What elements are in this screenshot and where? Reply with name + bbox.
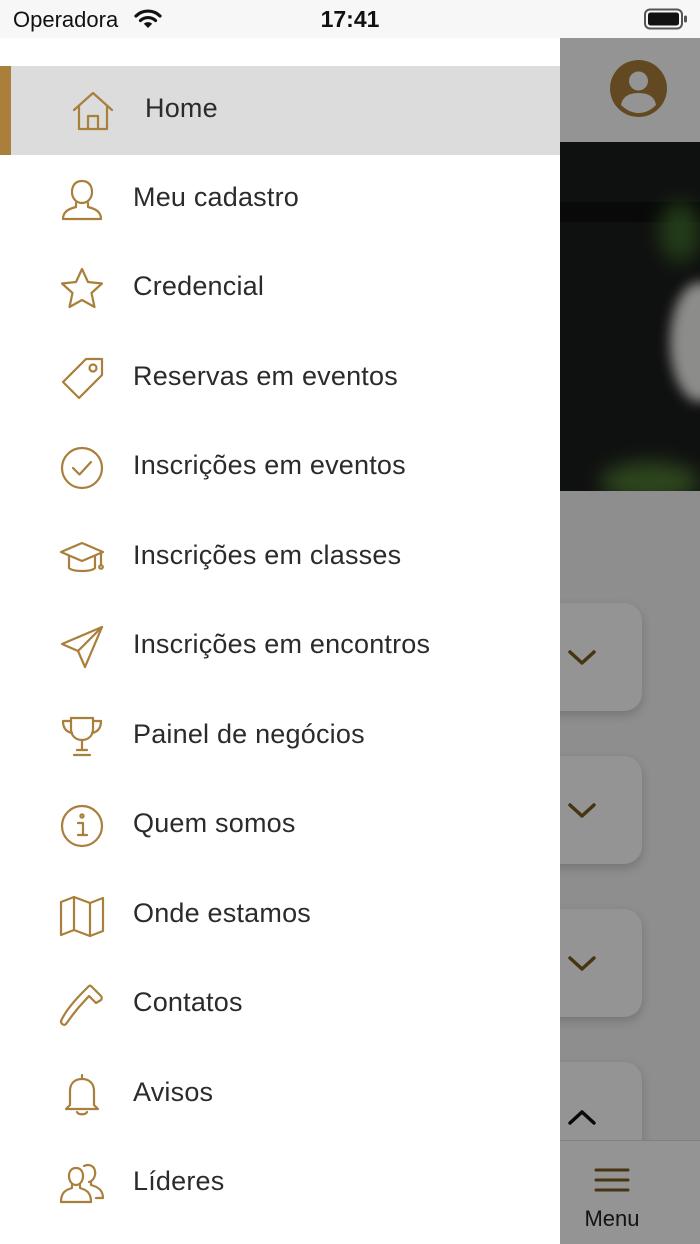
status-bar: Operadora 17:41 — [0, 0, 700, 38]
menu-item-label: Home — [145, 93, 218, 123]
menu-item-label: Painel de negócios — [133, 719, 365, 749]
battery-icon — [644, 8, 687, 30]
menu-item-label: Inscrições em encontros — [133, 629, 431, 659]
paper-plane-icon — [58, 623, 106, 671]
menu-item-meu-cadastro[interactable]: Meu cadastro — [0, 155, 560, 244]
trophy-icon — [58, 713, 106, 761]
menu-item-label: Contatos — [133, 987, 243, 1017]
menu-item-label: Credencial — [133, 271, 265, 301]
menu-item-contatos[interactable]: Contatos — [0, 960, 560, 1049]
menu-item-inscricoes-em-encontros[interactable]: Inscrições em encontros — [0, 602, 560, 691]
menu-item-inscricoes-em-eventos[interactable]: Inscrições em eventos — [0, 423, 560, 512]
menu-item-credencial[interactable]: Credencial — [0, 244, 560, 333]
menu-item-reservas-em-eventos[interactable]: Reservas em eventos — [0, 334, 560, 423]
map-icon — [58, 892, 106, 940]
menu-item-inscricoes-em-classes[interactable]: Inscrições em classes — [0, 513, 560, 602]
menu-item-label: Onde estamos — [133, 898, 311, 928]
status-time: 17:41 — [320, 6, 380, 32]
user-icon — [58, 176, 106, 224]
menu-item-label: Inscrições em eventos — [133, 450, 406, 480]
menu-item-painel-de-negocios[interactable]: Painel de negócios — [0, 692, 560, 781]
menu-item-label: Reservas em eventos — [133, 361, 398, 391]
menu-item-label: Quem somos — [133, 808, 296, 838]
bell-icon — [58, 1071, 106, 1119]
home-icon — [69, 87, 117, 135]
phone-icon — [58, 981, 106, 1029]
menu-item-onde-estamos[interactable]: Onde estamos — [0, 871, 560, 960]
check-circle-icon — [58, 444, 106, 492]
menu-item-home[interactable]: Home — [0, 66, 560, 155]
graduation-cap-icon — [58, 534, 106, 582]
menu-item-label: Inscrições em classes — [133, 540, 402, 570]
menu-item-avisos[interactable]: Avisos — [0, 1050, 560, 1139]
star-icon — [58, 265, 106, 313]
menu-item-label: Líderes — [133, 1166, 225, 1196]
menu-item-lideres[interactable]: Líderes — [0, 1139, 560, 1228]
menu-item-label: Meu cadastro — [133, 182, 299, 212]
users-icon — [58, 1160, 106, 1208]
navigation-drawer: Home Meu cadastro Credencial Reservas em… — [0, 38, 560, 1244]
tag-icon — [58, 355, 106, 403]
menu-item-quem-somos[interactable]: Quem somos — [0, 781, 560, 870]
menu-item-label: Avisos — [133, 1077, 214, 1107]
info-icon — [58, 802, 106, 850]
